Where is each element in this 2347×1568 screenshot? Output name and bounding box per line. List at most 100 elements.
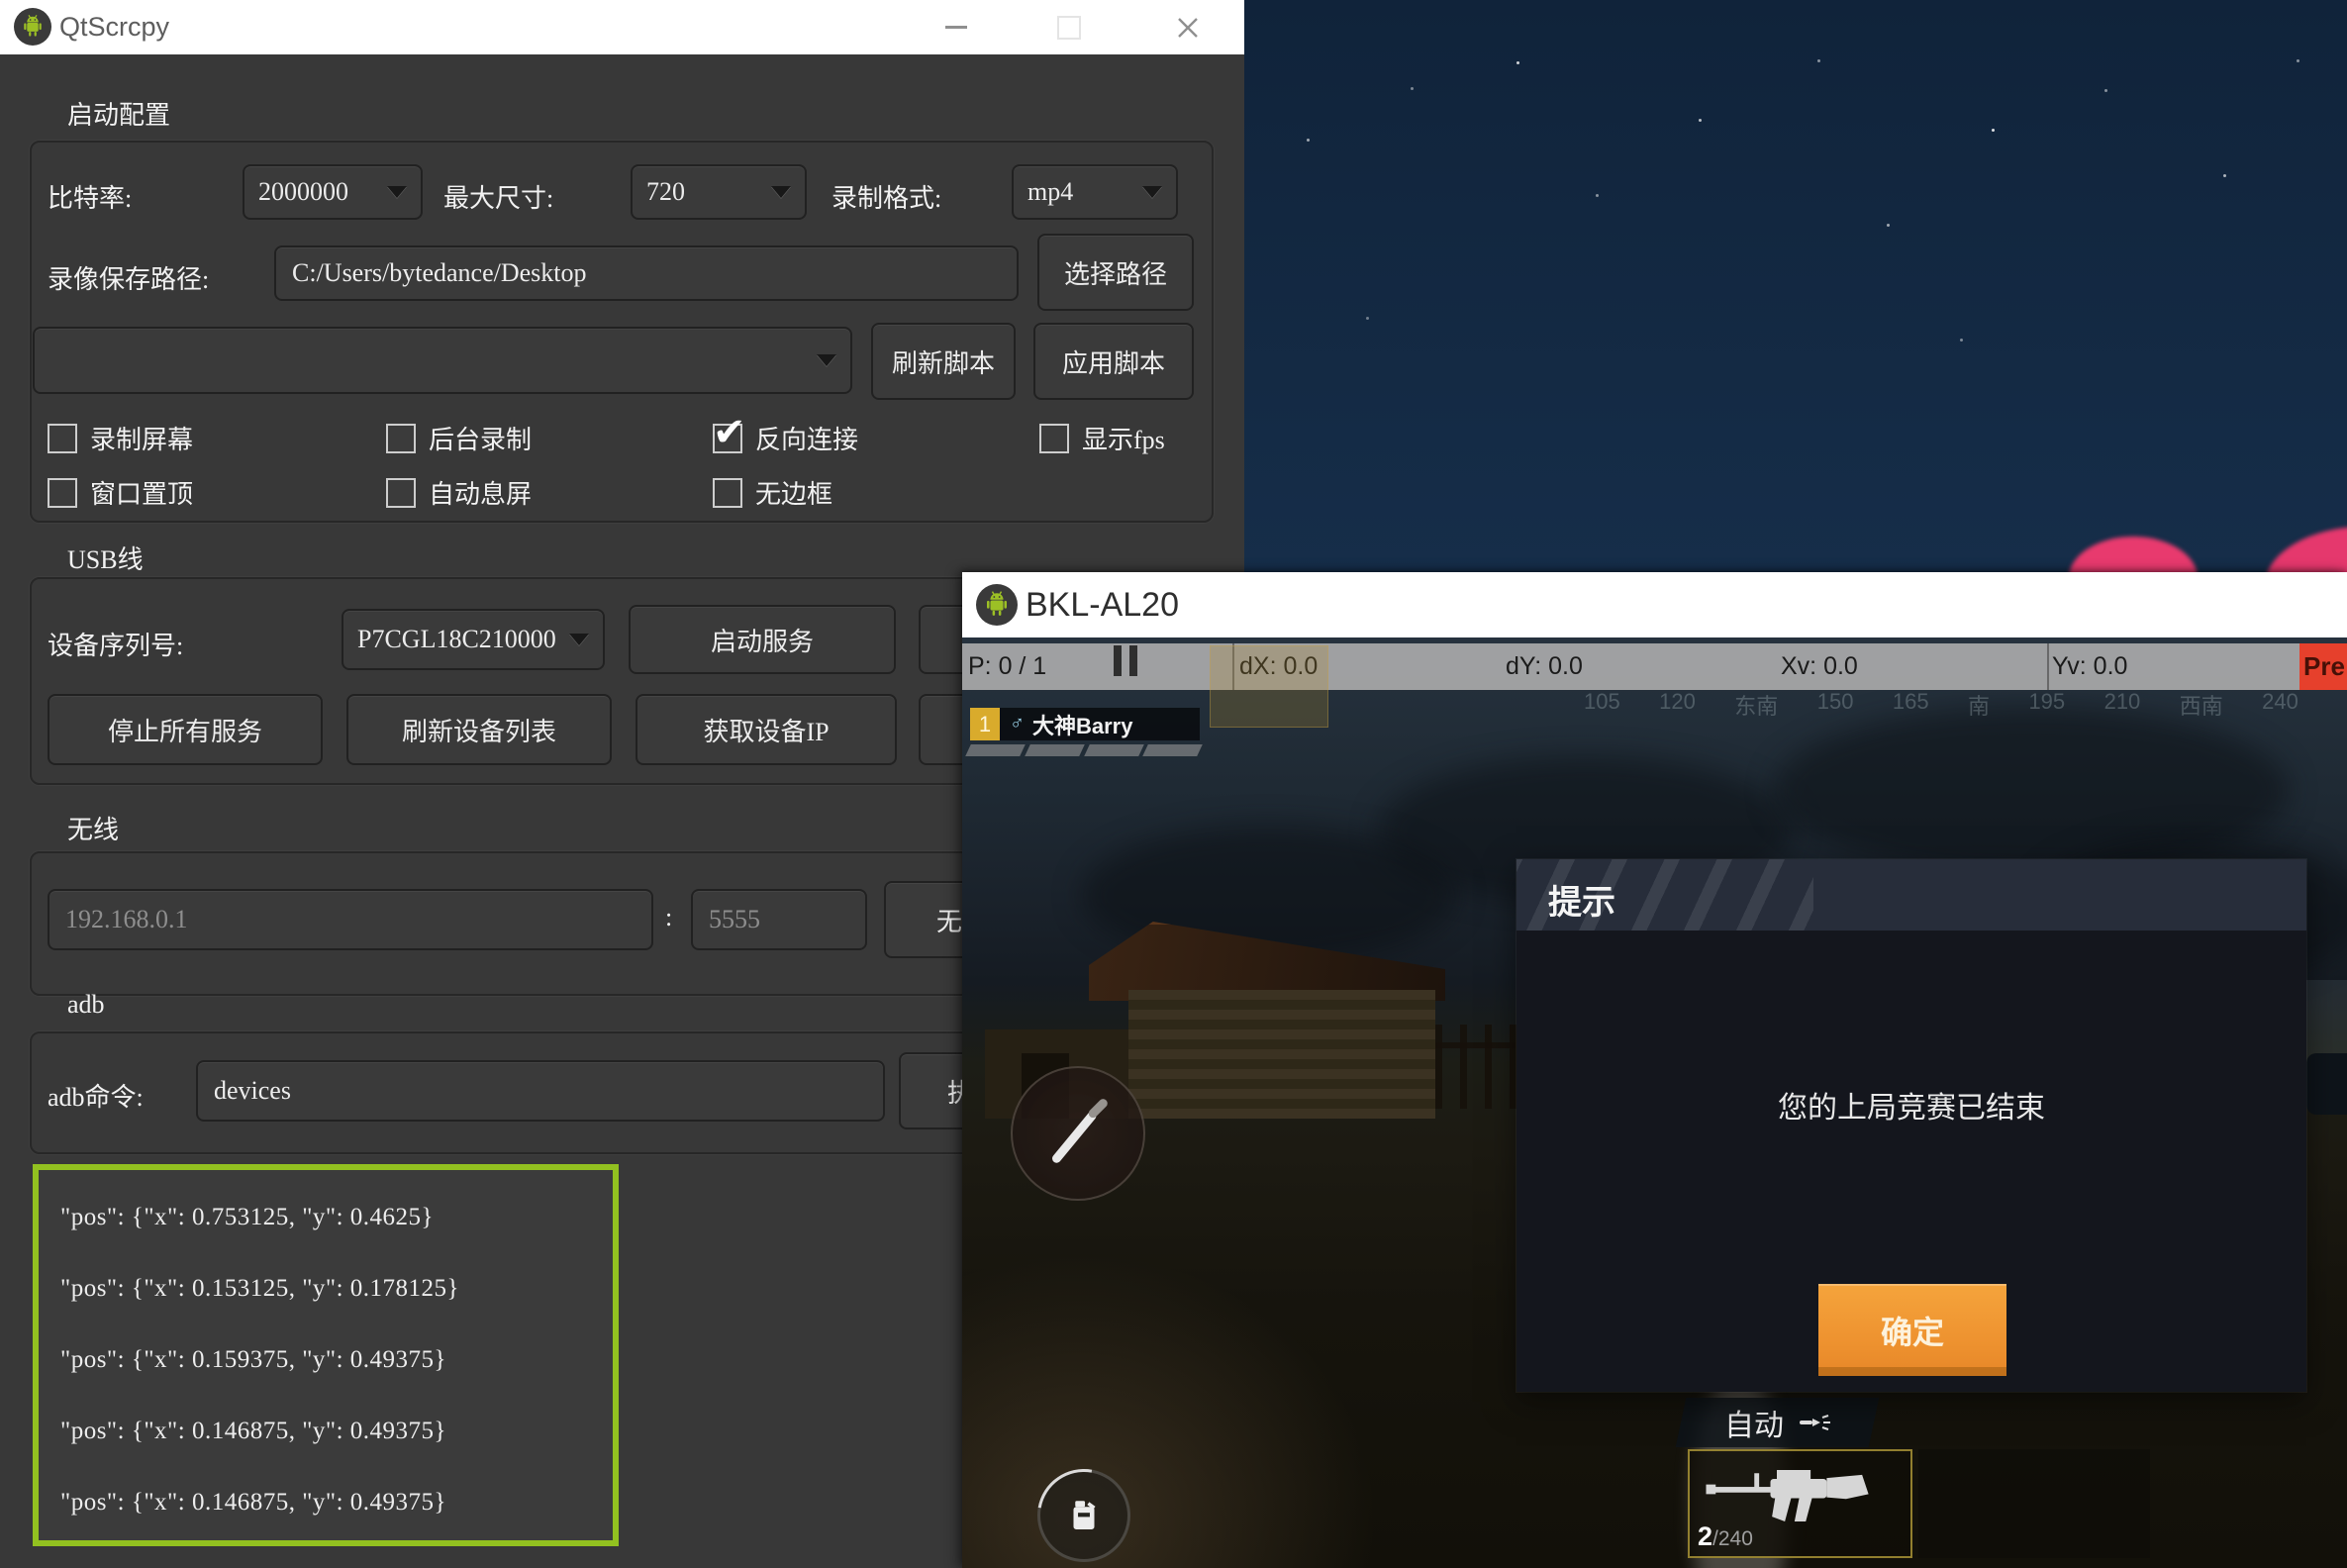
player-nameplate: ♂ 大神Barry: [1000, 708, 1200, 740]
close-icon: [1175, 15, 1201, 41]
phone-window-title: BKL-AL20: [1026, 572, 1179, 637]
checkbox-screen-off[interactable]: 自动息屏: [386, 474, 532, 511]
star: [1516, 61, 1519, 64]
compass-label: 210: [2104, 689, 2141, 721]
checkbox-record-screen[interactable]: 录制屏幕: [48, 420, 193, 456]
console-output: "pos": {"x": 0.753125, "y": 0.4625} "pos…: [33, 1164, 619, 1546]
chevron-down-icon: [817, 354, 836, 366]
maximize-button[interactable]: [1037, 0, 1101, 54]
melee-weapon-button[interactable]: [1011, 1066, 1145, 1201]
star: [2223, 174, 2226, 177]
player-rank-badge: 1: [970, 708, 1000, 740]
dx-highlight-box: [1210, 645, 1328, 728]
window-title: QtScrcpy: [59, 0, 169, 54]
bitrate-value: 2000000: [258, 177, 348, 207]
android-app-icon: [14, 8, 51, 46]
wireless-ip-placeholder: 192.168.0.1: [65, 905, 188, 934]
save-path-value: C:/Users/bytedance/Desktop: [292, 258, 587, 288]
stop-all-services-button[interactable]: 停止所有服务: [48, 694, 323, 765]
qtscrcpy-titlebar[interactable]: QtScrcpy: [0, 0, 1244, 54]
compass-label: 165: [1893, 689, 1929, 721]
dirt-patch: [962, 1251, 1378, 1568]
compass-strip: 105 120 东南 150 165 南 195 210 西南 240: [1584, 689, 2298, 721]
chevron-down-icon: [387, 186, 407, 198]
wireless-port-input[interactable]: 5555: [691, 889, 867, 950]
close-button[interactable]: [1156, 0, 1220, 54]
refresh-script-button[interactable]: 刷新脚本: [871, 323, 1016, 400]
adb-command-input[interactable]: devices: [196, 1060, 885, 1122]
checkbox-box: [386, 478, 416, 508]
tree-silhouette: [2306, 1053, 2347, 1115]
fuel-can-button[interactable]: [1037, 1469, 1130, 1562]
compass-label: 120: [1659, 689, 1696, 721]
checkbox-reverse-connect[interactable]: 反向连接: [713, 420, 858, 456]
max-size-value: 720: [646, 177, 685, 207]
debug-xv-value: Xv: 0.0: [1781, 652, 1858, 681]
max-size-label: 最大尺寸:: [443, 178, 553, 215]
game-dialog: 提示 您的上局竞赛已结束 确定: [1516, 859, 2306, 1392]
wireless-port-placeholder: 5555: [709, 905, 760, 934]
fire-mode-label: 自动: [1724, 1401, 1784, 1444]
star: [1960, 339, 1963, 342]
fire-mode-plate[interactable]: 自动: [1676, 1398, 1880, 1447]
debug-pre-badge: Pre: [2299, 643, 2347, 690]
max-size-combo[interactable]: 720: [631, 164, 807, 220]
bitrate-combo[interactable]: 2000000: [243, 164, 423, 220]
star: [1699, 119, 1702, 122]
script-combo[interactable]: [33, 327, 852, 394]
checkbox-frameless[interactable]: 无边框: [713, 474, 832, 511]
star: [1596, 194, 1599, 197]
checkbox-show-fps[interactable]: 显示fps: [1039, 420, 1165, 456]
android-robot-icon: [19, 13, 47, 41]
choose-path-button[interactable]: 选择路径: [1037, 234, 1194, 311]
dialog-ok-button[interactable]: 确定: [1818, 1284, 2006, 1376]
barn-wall: [1128, 990, 1435, 1119]
wireless-ip-input[interactable]: 192.168.0.1: [48, 889, 653, 950]
weapon-slot-primary[interactable]: 2/240: [1688, 1449, 1912, 1558]
adb-command-value: devices: [214, 1076, 291, 1106]
serial-value: P7CGL18C210000: [357, 625, 556, 654]
refresh-device-list-button[interactable]: 刷新设备列表: [346, 694, 612, 765]
checkbox-box: [386, 424, 416, 453]
save-path-input[interactable]: C:/Users/bytedance/Desktop: [274, 245, 1019, 301]
apply-script-button[interactable]: 应用脚本: [1033, 323, 1194, 400]
record-format-value: mp4: [1027, 177, 1073, 207]
weapon-slot-secondary[interactable]: [1918, 1449, 2150, 1558]
fuel-can-icon: [1063, 1495, 1105, 1536]
get-device-ip-button[interactable]: 获取设备IP: [636, 694, 897, 765]
compass-label: 240: [2262, 689, 2298, 721]
knife-icon: [1040, 1096, 1116, 1171]
console-line: "pos": {"x": 0.153125, "y": 0.178125}: [39, 1241, 613, 1313]
checkbox-box: [48, 478, 77, 508]
dialog-header: [1516, 859, 2306, 931]
serial-combo[interactable]: P7CGL18C210000: [342, 609, 605, 670]
phone-titlebar[interactable]: BKL-AL20: [962, 572, 2347, 637]
checkbox-background-record[interactable]: 后台录制: [386, 420, 532, 456]
desktop: QtScrcpy 启动配置 比特率: 2000000 最大尺寸: 720 录制格…: [0, 0, 2347, 1568]
checkbox-box: [713, 478, 742, 508]
wireless-group-label: 无线: [67, 810, 119, 846]
compass-label: 195: [2028, 689, 2065, 721]
chevron-down-icon: [771, 186, 791, 198]
start-service-button[interactable]: 启动服务: [629, 605, 896, 674]
record-format-label: 录制格式:: [831, 178, 941, 215]
save-path-label: 录像保存路径:: [48, 259, 209, 296]
chevron-down-icon: [569, 634, 589, 645]
star: [2297, 59, 2299, 62]
adb-command-label: adb命令:: [48, 1077, 144, 1114]
minimize-button[interactable]: [925, 0, 988, 54]
star: [2104, 89, 2107, 92]
debug-dy-value: dY: 0.0: [1506, 652, 1583, 681]
console-line: "pos": {"x": 0.159375, "y": 0.49375}: [39, 1313, 613, 1384]
dialog-message: 您的上局竞赛已结束: [1516, 1083, 2306, 1127]
checkbox-box: [48, 424, 77, 453]
maximize-icon: [1057, 16, 1081, 40]
star: [1366, 317, 1369, 320]
pause-icon: [1114, 645, 1122, 676]
star: [1992, 129, 1995, 132]
usb-group-label: USB线: [67, 539, 144, 576]
chevron-down-icon: [1142, 186, 1162, 198]
checkbox-always-on-top[interactable]: 窗口置顶: [48, 474, 193, 511]
record-format-combo[interactable]: mp4: [1012, 164, 1178, 220]
console-line: "pos": {"x": 0.146875, "y": 0.49375}: [39, 1455, 613, 1526]
